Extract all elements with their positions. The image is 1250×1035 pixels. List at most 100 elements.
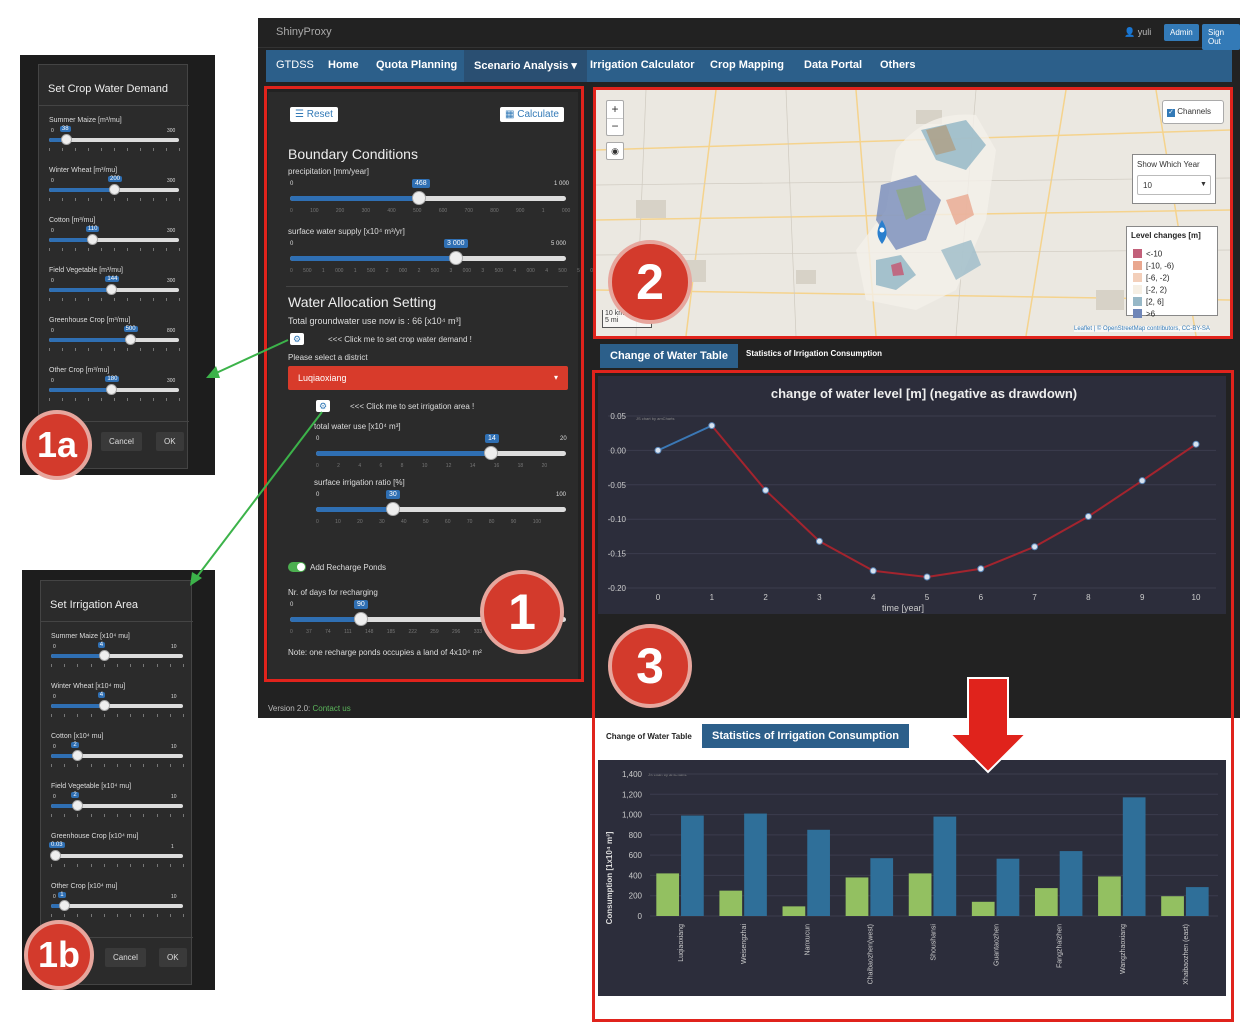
cancel-button[interactable]: Cancel bbox=[105, 948, 146, 967]
crop-slider-max: 300 bbox=[167, 228, 176, 234]
crop-slider-value: 144 bbox=[105, 276, 120, 282]
crop-slider-ticks bbox=[51, 814, 184, 819]
tab-irrigation-statistics[interactable]: Statistics of Irrigation Consumption bbox=[746, 349, 882, 358]
crop-slider-min: 0 bbox=[53, 794, 56, 800]
crop-slider-ticks bbox=[49, 348, 180, 353]
crop-slider-handle[interactable] bbox=[124, 334, 136, 345]
nav-scenario-analysis[interactable]: Scenario Analysis ▾ bbox=[464, 50, 587, 82]
badge-3: 3 bbox=[608, 624, 692, 708]
nav-crop-mapping[interactable]: Crop Mapping bbox=[710, 59, 784, 71]
crop-slider-handle[interactable] bbox=[106, 384, 118, 395]
crop-slider-min: 0 bbox=[51, 278, 54, 284]
crop-slider-max: 800 bbox=[167, 328, 176, 334]
crop-slider-max: 300 bbox=[167, 278, 176, 284]
crop-slider-label: Greenhouse Crop [x10⁴ mu] bbox=[51, 833, 139, 840]
cancel-button[interactable]: Cancel bbox=[101, 432, 142, 451]
dialog-title: Set Irrigation Area bbox=[50, 599, 139, 611]
crop-slider-ticks bbox=[49, 198, 180, 203]
crop-slider-ticks bbox=[49, 398, 180, 403]
crop-slider-handle[interactable] bbox=[49, 850, 61, 861]
crop-slider-label: Field Vegetable [m³/mu] bbox=[49, 267, 123, 274]
nav-home[interactable]: Home bbox=[328, 59, 359, 71]
crop-slider-fill bbox=[49, 288, 112, 292]
badge-1a: 1a bbox=[22, 410, 92, 480]
version-text: Version 2.0: bbox=[268, 704, 311, 713]
crop-slider-handle[interactable] bbox=[72, 750, 84, 761]
crop-slider-max: 10 bbox=[171, 794, 177, 800]
admin-button[interactable]: Admin bbox=[1164, 24, 1199, 41]
nav-irrigation-calculator[interactable]: Irrigation Calculator bbox=[590, 59, 695, 71]
crop-slider-ticks bbox=[51, 764, 184, 769]
crop-slider-min: 0 bbox=[53, 744, 56, 750]
dialog-title: Set Crop Water Demand bbox=[48, 83, 169, 95]
crop-slider-label: Summer Maize [x10⁴ mu] bbox=[51, 633, 130, 640]
crop-slider-fill bbox=[49, 238, 92, 242]
badge-1: 1 bbox=[480, 570, 564, 654]
badge-1b: 1b bbox=[24, 920, 94, 990]
crop-slider-fill bbox=[49, 338, 130, 342]
crop-slider-max: 10 bbox=[171, 694, 177, 700]
crop-slider-handle[interactable] bbox=[86, 234, 98, 245]
crop-slider-handle[interactable] bbox=[98, 700, 110, 711]
crop-slider-max: 300 bbox=[167, 128, 176, 134]
crop-slider-min: 0 bbox=[51, 228, 54, 234]
crop-slider-max: 10 bbox=[171, 644, 177, 650]
crop-slider-value: 2 bbox=[71, 742, 79, 748]
crop-slider-track[interactable] bbox=[51, 904, 183, 908]
crop-slider-value: 200 bbox=[108, 176, 123, 182]
crop-slider-ticks bbox=[49, 248, 180, 253]
tab-change-water-table[interactable]: Change of Water Table bbox=[600, 344, 738, 368]
crop-slider-value: 500 bbox=[123, 326, 138, 332]
crop-slider-ticks bbox=[51, 664, 184, 669]
contact-link[interactable]: Contact us bbox=[312, 704, 350, 713]
nav-others[interactable]: Others bbox=[880, 59, 915, 71]
crop-slider-ticks bbox=[49, 148, 180, 153]
crop-slider-value: 0.03 bbox=[48, 842, 65, 848]
crop-slider-min: 0 bbox=[51, 378, 54, 384]
crop-slider-handle[interactable] bbox=[109, 184, 120, 195]
crop-slider-max: 10 bbox=[171, 894, 177, 900]
footer-version: Version 2.0: Contact us bbox=[268, 704, 351, 713]
user-icon: 👤 bbox=[1124, 27, 1136, 37]
crop-slider-handle[interactable] bbox=[106, 284, 118, 295]
crop-slider-min: 0 bbox=[53, 894, 56, 900]
crop-slider-handle[interactable] bbox=[59, 900, 71, 911]
crop-slider-fill bbox=[51, 704, 104, 708]
crop-slider-value: 4 bbox=[97, 692, 106, 698]
sign-out-button[interactable]: Sign Out bbox=[1202, 24, 1240, 50]
crop-slider-fill bbox=[49, 188, 114, 192]
crop-slider-value: 110 bbox=[85, 226, 100, 232]
crop-slider-handle[interactable] bbox=[72, 800, 84, 811]
crop-slider-label: Cotton [x10⁴ mu] bbox=[51, 733, 104, 740]
crop-slider-min: 0 bbox=[51, 178, 54, 184]
crop-slider-min: 0 bbox=[53, 694, 56, 700]
crop-slider-fill bbox=[49, 388, 112, 392]
ok-button[interactable]: OK bbox=[159, 948, 187, 967]
crop-slider-handle[interactable] bbox=[98, 650, 110, 661]
crop-slider-ticks bbox=[49, 298, 180, 303]
crop-slider-ticks bbox=[51, 864, 184, 869]
crop-water-demand-dialog: Set Crop Water Demand Summer Maize [m³/m… bbox=[38, 64, 189, 469]
nav-gtdss[interactable]: GTDSS bbox=[276, 59, 314, 71]
ok-button[interactable]: OK bbox=[156, 432, 184, 451]
crop-slider-label: Cotton [m³/mu] bbox=[49, 217, 96, 224]
crop-slider-value: 1 bbox=[58, 892, 66, 898]
highlight-box-3 bbox=[592, 370, 1234, 1022]
nav-data-portal[interactable]: Data Portal bbox=[804, 59, 862, 71]
crop-slider-value: 4 bbox=[97, 642, 106, 648]
user-label: 👤 yuli bbox=[1124, 27, 1151, 38]
crop-slider-handle[interactable] bbox=[60, 134, 72, 145]
main-nav: GTDSS Home Quota Planning Scenario Analy… bbox=[266, 50, 1232, 82]
crop-slider-ticks bbox=[51, 914, 184, 919]
badge-2: 2 bbox=[608, 240, 692, 324]
crop-slider-max: 1 bbox=[171, 844, 174, 850]
nav-quota-planning[interactable]: Quota Planning bbox=[376, 59, 457, 71]
crop-slider-ticks bbox=[51, 714, 184, 719]
crop-slider-label: Other Crop [m³/mu] bbox=[49, 367, 110, 374]
crop-slider-label: Greenhouse Crop [m³/mu] bbox=[49, 317, 131, 324]
crop-slider-label: Winter Wheat [x10⁴ mu] bbox=[51, 683, 126, 690]
crop-slider-value: 180 bbox=[105, 376, 120, 382]
crop-slider-max: 300 bbox=[167, 178, 176, 184]
crop-slider-track[interactable] bbox=[51, 854, 183, 858]
crop-slider-min: 0 bbox=[51, 128, 54, 134]
